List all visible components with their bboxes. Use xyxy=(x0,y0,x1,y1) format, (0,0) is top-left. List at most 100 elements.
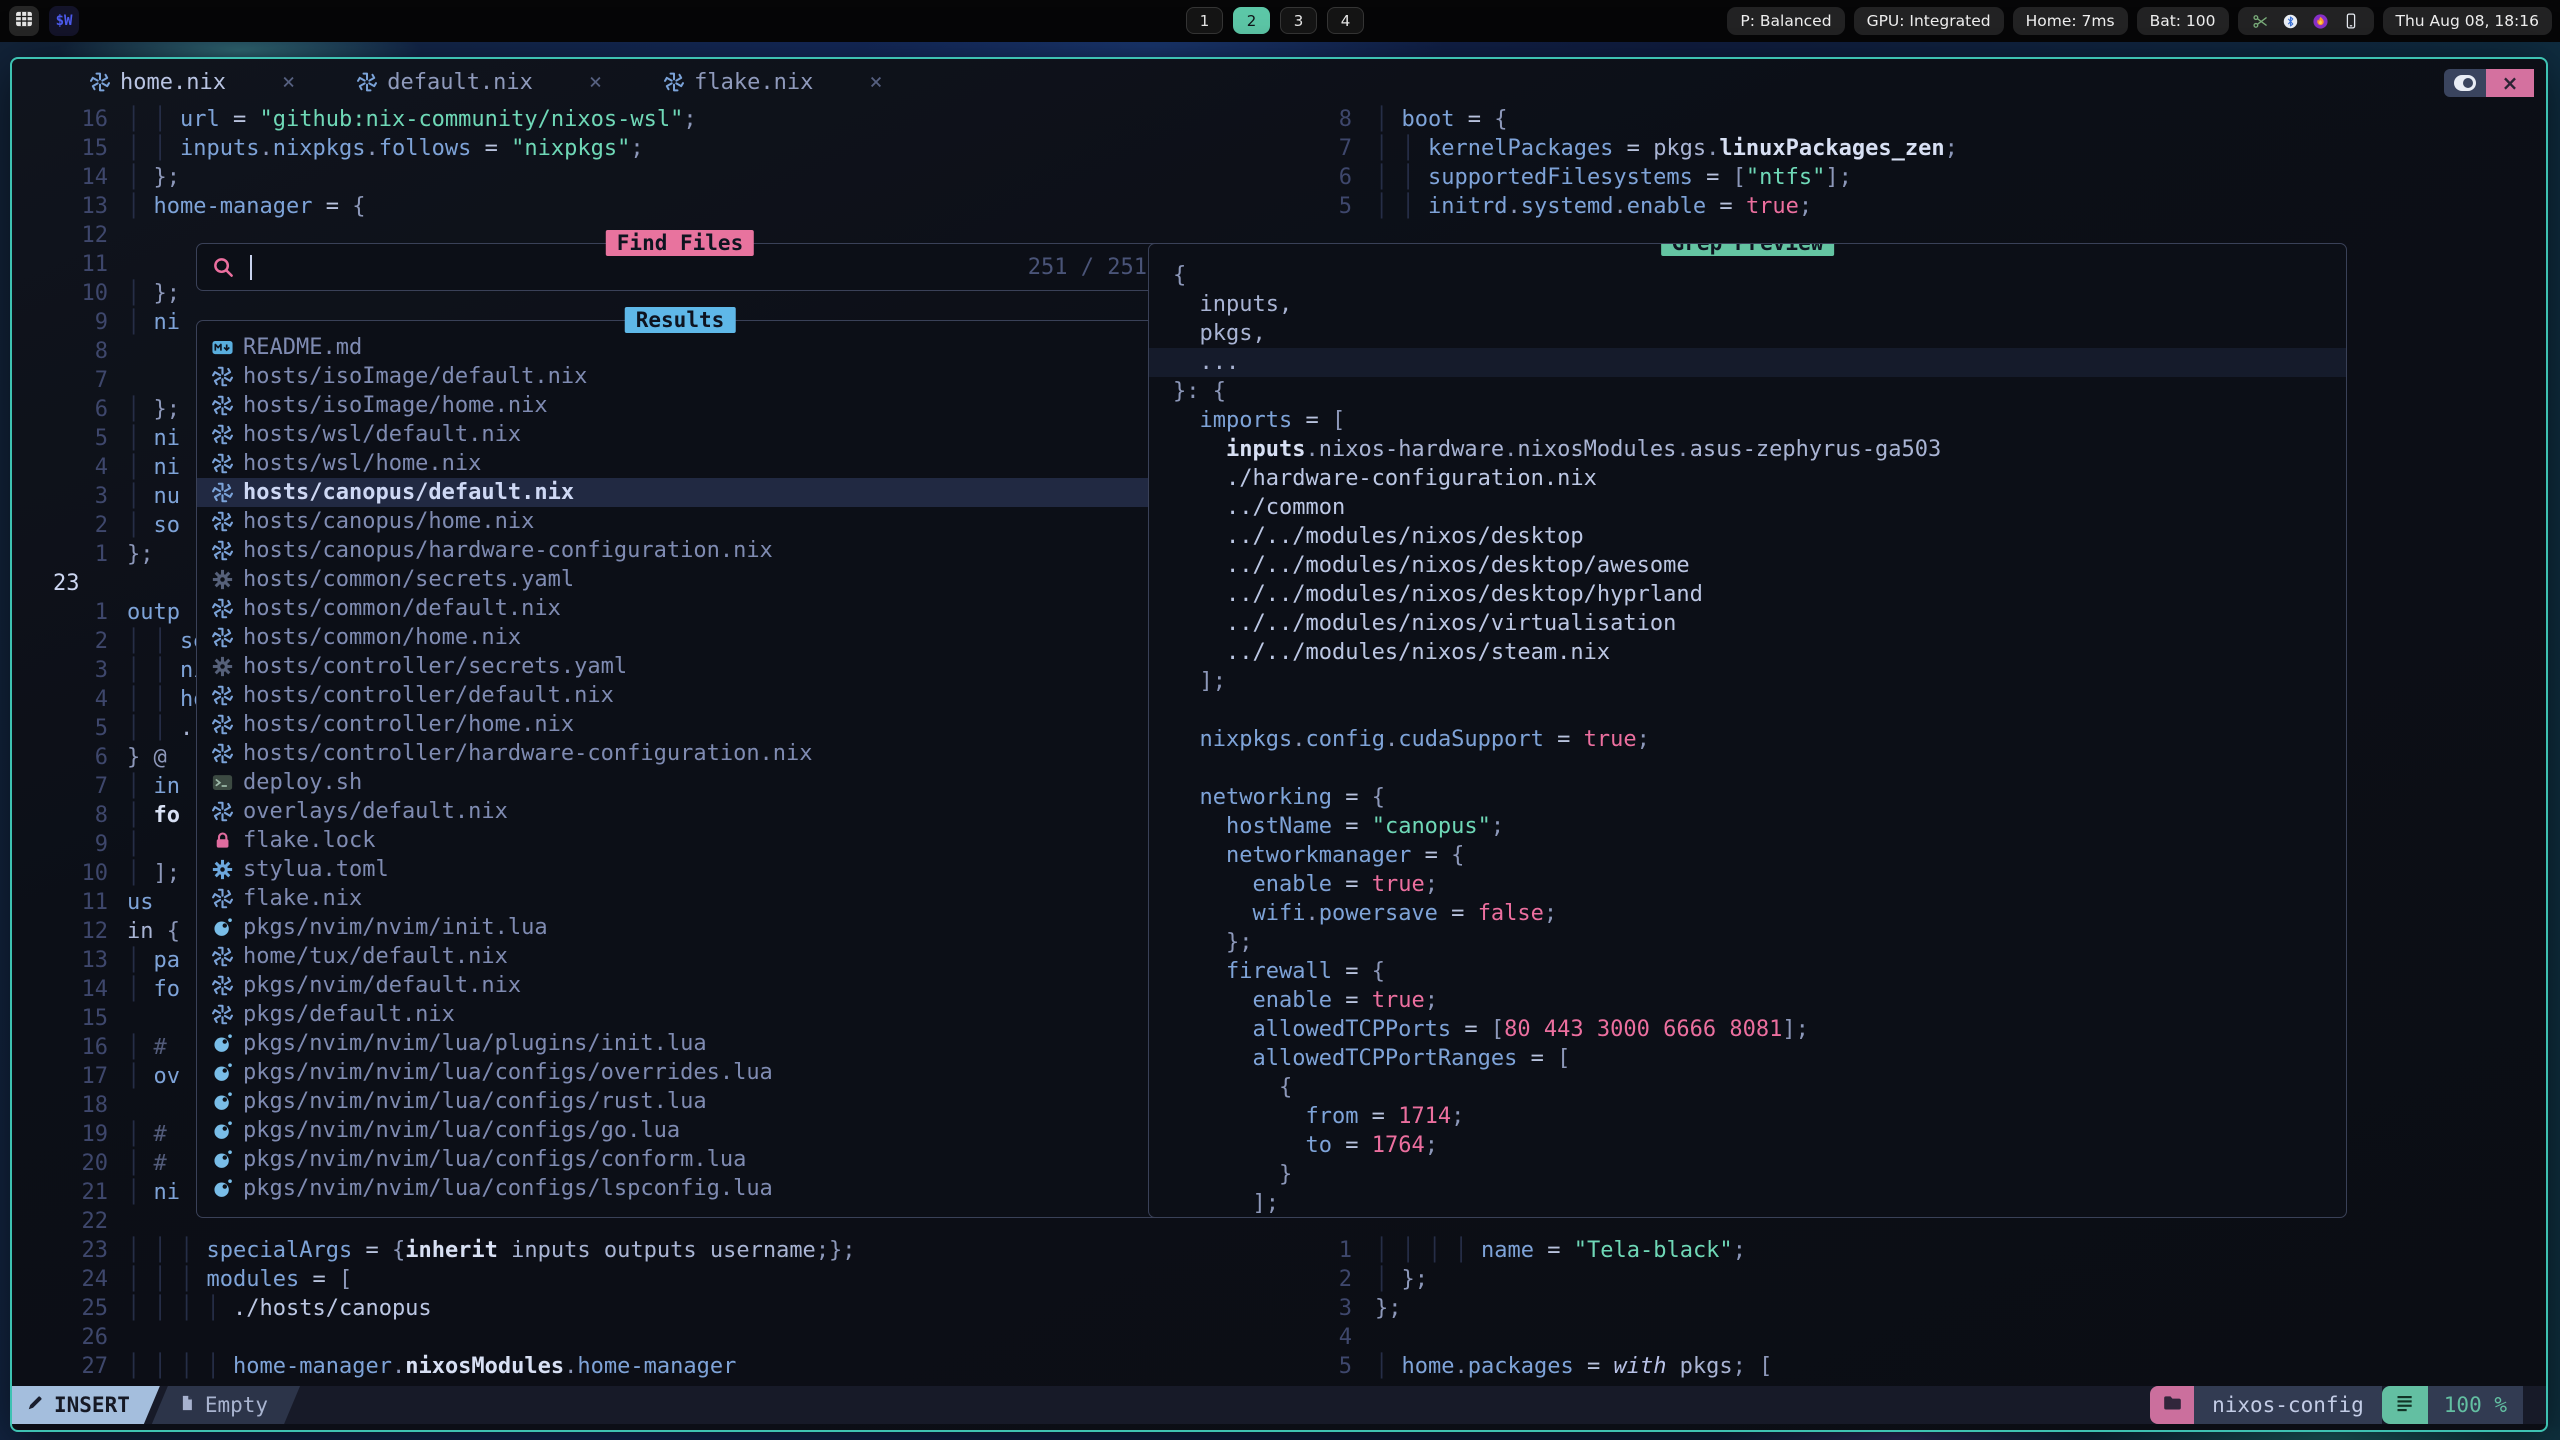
line-number: 1 xyxy=(12,598,108,627)
code-line xyxy=(1149,696,2346,725)
nix-icon xyxy=(210,713,234,737)
line-number: 16 xyxy=(12,105,108,134)
grep-preview-title: Grep Preview xyxy=(1661,243,1835,256)
toggle-switch[interactable] xyxy=(2444,69,2486,97)
result-label: pkgs/nvim/nvim/lua/configs/lspconfig.lua xyxy=(243,1176,773,1201)
result-label: hosts/controller/secrets.yaml xyxy=(243,654,627,679)
code-line: nixpkgs.config.cudaSupport = true; xyxy=(1149,725,2346,754)
code-line: 8│ boot = { xyxy=(1252,105,2542,134)
code-line: ../../modules/nixos/desktop xyxy=(1149,522,2346,551)
result-item[interactable]: hosts/wsl/home.nix xyxy=(197,449,1163,478)
file-state-label: Empty xyxy=(205,1393,268,1417)
result-item[interactable]: pkgs/nvim/default.nix xyxy=(197,971,1163,1000)
result-item[interactable]: hosts/controller/hardware-configuration.… xyxy=(197,739,1163,768)
result-item[interactable]: hosts/canopus/default.nix xyxy=(197,478,1163,507)
nix-icon xyxy=(210,626,234,650)
result-item[interactable]: hosts/canopus/home.nix xyxy=(197,507,1163,536)
result-item[interactable]: hosts/common/home.nix xyxy=(197,623,1163,652)
result-label: hosts/wsl/home.nix xyxy=(243,451,481,476)
line-number: 1 xyxy=(1252,1236,1352,1265)
result-item[interactable]: pkgs/default.nix xyxy=(197,1000,1163,1029)
result-label: deploy.sh xyxy=(243,770,362,795)
tab-bar: home.nix× default.nix× flake.nix× xyxy=(12,59,2546,105)
nix-icon xyxy=(210,365,234,389)
top-status-bar: $W 1234 P: BalancedGPU: IntegratedHome: … xyxy=(0,0,2560,42)
result-item[interactable]: hosts/controller/secrets.yaml xyxy=(197,652,1163,681)
line-number: 9 xyxy=(12,830,108,859)
result-item[interactable]: flake.lock xyxy=(197,826,1163,855)
result-count: 251 / 251 xyxy=(1028,255,1147,280)
code-line: inputs, xyxy=(1149,290,2346,319)
result-item[interactable]: pkgs/nvim/nvim/lua/configs/go.lua xyxy=(197,1116,1163,1145)
line-number: 8 xyxy=(1252,105,1352,134)
window-close-button[interactable]: × xyxy=(2486,69,2534,97)
clock-widget[interactable]: Thu Aug 08, 18:16 xyxy=(2383,7,2552,35)
lua-icon xyxy=(210,1148,234,1172)
result-item[interactable]: stylua.toml xyxy=(197,855,1163,884)
bluetooth-icon[interactable] xyxy=(2282,13,2299,30)
result-item[interactable]: README.md xyxy=(197,333,1163,362)
tab-home.nix[interactable]: home.nix× xyxy=(90,70,295,95)
nix-icon xyxy=(210,452,234,476)
line-number: 18 xyxy=(12,1091,108,1120)
line-number: 15 xyxy=(12,1004,108,1033)
phone-icon[interactable] xyxy=(2342,12,2360,30)
tab-close-icon[interactable]: × xyxy=(282,70,295,95)
code-line: to = 1764; xyxy=(1149,1131,2346,1160)
percent-label: 100 % xyxy=(2444,1393,2507,1417)
result-item[interactable]: hosts/common/secrets.yaml xyxy=(197,565,1163,594)
tab-flake.nix[interactable]: flake.nix× xyxy=(664,70,882,95)
code-line: 4 xyxy=(1252,1323,2542,1352)
line-number: 5 xyxy=(12,424,108,453)
line-number: 5 xyxy=(12,714,108,743)
firewall-icon[interactable] xyxy=(2312,13,2329,30)
line-number: 10 xyxy=(12,859,108,888)
code-line: 23│ │ │ specialArgs = {inherit inputs ou… xyxy=(12,1236,1247,1265)
workspace-button-3[interactable]: 3 xyxy=(1280,7,1317,34)
tab-default.nix[interactable]: default.nix× xyxy=(357,70,602,95)
result-item[interactable]: deploy.sh xyxy=(197,768,1163,797)
result-item[interactable]: pkgs/nvim/nvim/lua/plugins/init.lua xyxy=(197,1029,1163,1058)
workspace-button-4[interactable]: 4 xyxy=(1327,7,1364,34)
workspace-button-2[interactable]: 2 xyxy=(1233,7,1270,34)
line-number: 4 xyxy=(1252,1323,1352,1352)
result-label: hosts/canopus/default.nix xyxy=(243,480,574,505)
result-item[interactable]: hosts/common/default.nix xyxy=(197,594,1163,623)
terminal-icon xyxy=(210,771,234,795)
editor-pane-right-top[interactable]: 8│ boot = {7│ │ kernelPackages = pkgs.li… xyxy=(1252,105,2542,221)
tab-close-icon[interactable]: × xyxy=(869,70,882,95)
result-item[interactable]: pkgs/nvim/nvim/lua/configs/rust.lua xyxy=(197,1087,1163,1116)
result-label: pkgs/nvim/nvim/lua/configs/overrides.lua xyxy=(243,1060,773,1085)
result-label: pkgs/nvim/nvim/lua/configs/rust.lua xyxy=(243,1089,707,1114)
result-item[interactable]: hosts/isoImage/default.nix xyxy=(197,362,1163,391)
line-number: 2 xyxy=(12,511,108,540)
app-launcher-button[interactable] xyxy=(9,6,39,36)
editor-pane-right-bottom[interactable]: 1│ │ │ │ name = "Tela-black";2│ };3};45│… xyxy=(1252,1236,2542,1381)
logo-button[interactable]: $W xyxy=(49,6,79,36)
result-item[interactable]: hosts/wsl/default.nix xyxy=(197,420,1163,449)
result-item[interactable]: pkgs/nvim/nvim/lua/configs/conform.lua xyxy=(197,1145,1163,1174)
result-item[interactable]: home/tux/default.nix xyxy=(197,942,1163,971)
line-number: 3 xyxy=(12,482,108,511)
result-item[interactable]: hosts/canopus/hardware-configuration.nix xyxy=(197,536,1163,565)
network-icon[interactable] xyxy=(2252,13,2269,30)
code-line: from = 1714; xyxy=(1149,1102,2346,1131)
result-item[interactable]: flake.nix xyxy=(197,884,1163,913)
line-number: 11 xyxy=(12,250,108,279)
result-item[interactable]: hosts/controller/home.nix xyxy=(197,710,1163,739)
mode-indicator: INSERT xyxy=(12,1386,160,1424)
result-item[interactable]: pkgs/nvim/nvim/init.lua xyxy=(197,913,1163,942)
topbar-left: $W xyxy=(9,6,79,36)
statusbar-right: nixos-config 100 % xyxy=(2150,1386,2523,1424)
result-label: hosts/controller/default.nix xyxy=(243,683,614,708)
tab-close-icon[interactable]: × xyxy=(589,70,602,95)
code-line: wifi.powersave = false; xyxy=(1149,899,2346,928)
result-item[interactable]: overlays/default.nix xyxy=(197,797,1163,826)
result-item[interactable]: pkgs/nvim/nvim/lua/configs/lspconfig.lua xyxy=(197,1174,1163,1203)
workspace-switcher: 1234 xyxy=(1186,7,1364,34)
result-item[interactable]: pkgs/nvim/nvim/lua/configs/overrides.lua xyxy=(197,1058,1163,1087)
workspace-button-1[interactable]: 1 xyxy=(1186,7,1223,34)
result-item[interactable]: hosts/controller/default.nix xyxy=(197,681,1163,710)
result-item[interactable]: hosts/isoImage/home.nix xyxy=(197,391,1163,420)
line-number: 12 xyxy=(12,221,108,250)
